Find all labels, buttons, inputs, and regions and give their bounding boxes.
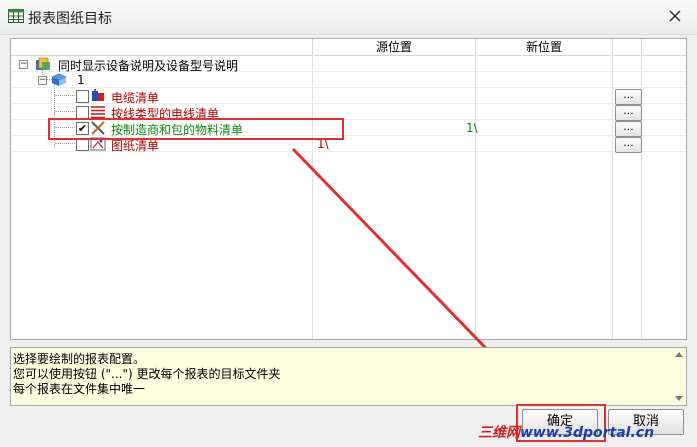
scroll-up-icon[interactable] (675, 352, 683, 357)
watermark-text-a: 三维网 (478, 425, 520, 441)
watermark: 三维网www.3dportal.cn (478, 422, 654, 442)
info-line: 每个报表在文件集中唯一 (13, 382, 146, 396)
info-panel: 选择要绘制的报表配置。 您可以使用按钮 ("...") 更改每个报表的目标文件夹… (10, 347, 687, 406)
report-destination-dialog: 报表图纸目标 源位置 新位置 − 同时显示设备说明及设备型号说明 − 1 电缆清… (0, 0, 697, 447)
watermark-text-b: www.3dportal.cn (520, 425, 655, 441)
scroll-down-icon[interactable] (675, 396, 683, 401)
